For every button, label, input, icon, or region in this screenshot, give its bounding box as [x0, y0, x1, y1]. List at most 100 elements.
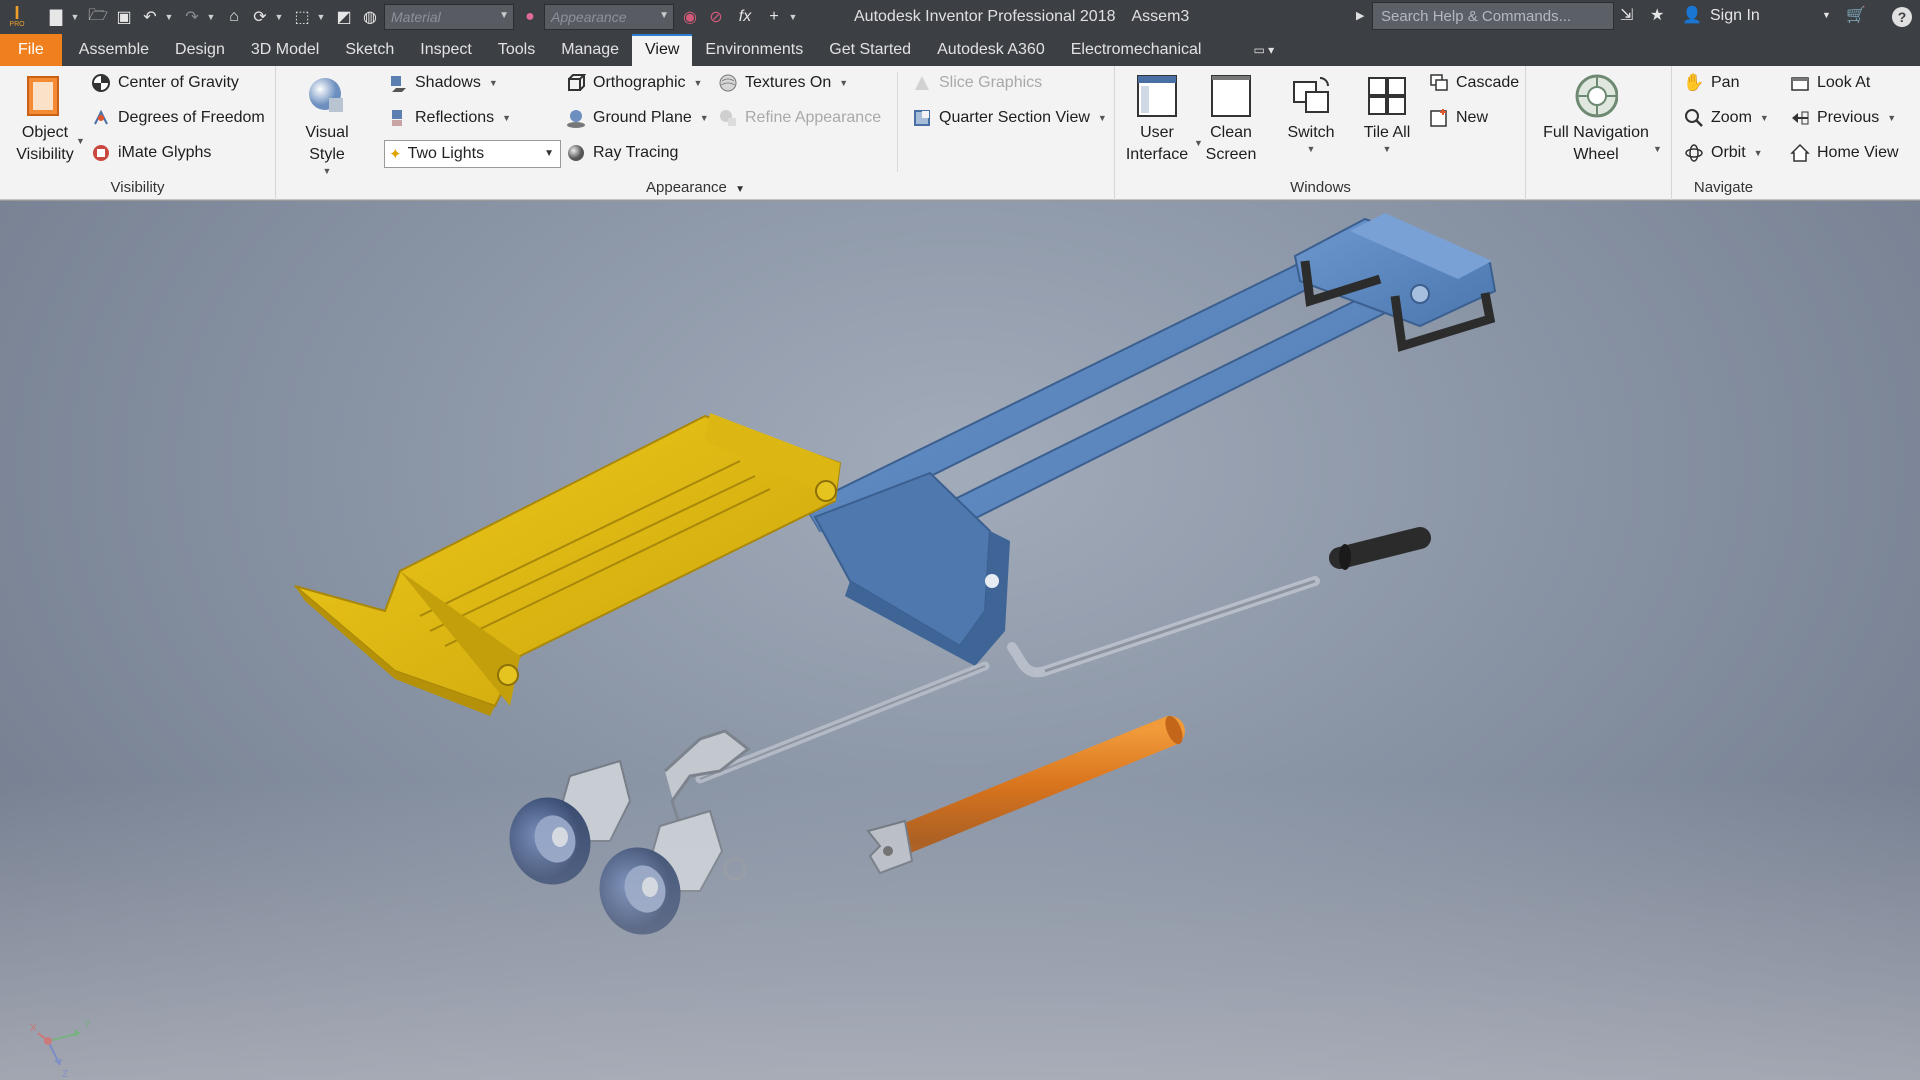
- black-handle-grip-part[interactable]: [1329, 527, 1431, 570]
- ground-plane-button[interactable]: Ground Plane ▼: [565, 105, 709, 131]
- full-navigation-wheel-button[interactable]: Full Navigation Wheel: [1531, 72, 1661, 166]
- quarter-section-view-button[interactable]: Quarter Section View ▼: [911, 105, 1107, 131]
- visual-style-button[interactable]: Visual Style ▼: [287, 72, 367, 176]
- measure-icon[interactable]: +: [762, 5, 786, 29]
- tab-autodesk-a360[interactable]: Autodesk A360: [924, 34, 1058, 66]
- panel-title-appearance[interactable]: Appearance ▼: [277, 179, 1114, 196]
- tab-assemble[interactable]: Assemble: [66, 34, 162, 66]
- undo-icon[interactable]: ↶: [138, 5, 162, 29]
- ground-plane-dropdown-icon[interactable]: ▼: [700, 113, 709, 123]
- shadows-button[interactable]: Shadows ▼: [387, 70, 498, 96]
- blue-frame-part[interactable]: [803, 213, 1497, 666]
- tile-all-dropdown-icon[interactable]: ▼: [1383, 144, 1392, 154]
- look-at-icon: [1789, 72, 1811, 94]
- textures-dropdown-icon[interactable]: ▼: [839, 78, 848, 88]
- sign-in-link[interactable]: Sign In: [1710, 7, 1760, 25]
- panel-toggle-icon[interactable]: ▭ ▾: [1240, 34, 1287, 66]
- search-expand-icon[interactable]: ▶: [1356, 9, 1364, 22]
- update-dropdown-icon[interactable]: ▼: [274, 5, 284, 29]
- undo-dropdown-icon[interactable]: ▼: [164, 5, 174, 29]
- redo-dropdown-icon[interactable]: ▼: [206, 5, 216, 29]
- customize-dropdown-icon[interactable]: ▼: [788, 5, 798, 29]
- look-at-button[interactable]: Look At: [1789, 70, 1870, 96]
- zoom-button[interactable]: Zoom ▼: [1683, 105, 1769, 131]
- tile-all-button[interactable]: Tile All ▼: [1352, 72, 1422, 154]
- new-dropdown-icon[interactable]: ▼: [70, 5, 80, 29]
- lighting-style-select[interactable]: ✦ Two Lights ▼: [384, 140, 561, 168]
- tab-get-started[interactable]: Get Started: [816, 34, 924, 66]
- select-icon[interactable]: ⬚: [290, 5, 314, 29]
- ray-tracing-button[interactable]: Ray Tracing: [565, 140, 678, 166]
- adjust-appearance-icon[interactable]: ◉: [678, 5, 702, 29]
- orbit-dropdown-icon[interactable]: ▼: [1754, 148, 1763, 158]
- pan-button[interactable]: ✋ Pan: [1683, 70, 1739, 96]
- navigation-wheel-dropdown-icon[interactable]: ▼: [1653, 144, 1662, 154]
- app-logo[interactable]: I PRO: [2, 0, 32, 34]
- degrees-of-freedom-button[interactable]: Degrees of Freedom: [90, 105, 265, 131]
- color-override-icon[interactable]: ◩: [332, 5, 356, 29]
- tab-3d-model[interactable]: 3D Model: [238, 34, 332, 66]
- home-view-button[interactable]: Home View: [1789, 140, 1899, 166]
- search-input[interactable]: Search Help & Commands...: [1372, 2, 1614, 30]
- yellow-tray-part[interactable]: [294, 413, 842, 716]
- globe-icon[interactable]: ◍: [358, 5, 382, 29]
- select-dropdown-icon[interactable]: ▼: [316, 5, 326, 29]
- orthographic-button[interactable]: Orthographic ▼: [565, 70, 702, 96]
- cascade-button[interactable]: Cascade: [1428, 70, 1519, 96]
- communication-center-icon[interactable]: ⇲: [1620, 5, 1633, 25]
- tab-tools[interactable]: Tools: [485, 34, 548, 66]
- clean-screen-button[interactable]: Clean Screen: [1196, 72, 1266, 166]
- imate-glyphs-button[interactable]: iMate Glyphs: [90, 140, 211, 166]
- object-visibility-dropdown-icon[interactable]: ▼: [76, 136, 85, 146]
- home-icon[interactable]: ⌂: [222, 5, 246, 29]
- open-folder-icon[interactable]: 🗁: [86, 5, 110, 29]
- user-icon[interactable]: 👤: [1682, 5, 1702, 25]
- previous-view-button[interactable]: Previous ▼: [1789, 105, 1896, 131]
- tab-electromechanical[interactable]: Electromechanical: [1058, 34, 1215, 66]
- shadows-dropdown-icon[interactable]: ▼: [489, 78, 498, 88]
- panel-navigate: Full Navigation Wheel ▼ ✋ Pan Zoom ▼ Orb…: [1527, 66, 1920, 200]
- center-of-gravity-button[interactable]: Center of Gravity: [90, 70, 239, 96]
- switch-dropdown-icon[interactable]: ▼: [1307, 144, 1316, 154]
- clear-appearance-icon[interactable]: ⊘: [704, 5, 728, 29]
- appearance-combo[interactable]: Appearance ▼: [544, 4, 674, 30]
- visual-style-dropdown-icon[interactable]: ▼: [323, 166, 332, 176]
- reflections-dropdown-icon[interactable]: ▼: [502, 113, 511, 123]
- tab-view[interactable]: View: [632, 34, 693, 66]
- reflections-button[interactable]: Reflections ▼: [387, 105, 511, 131]
- sign-in-dropdown-icon[interactable]: ▼: [1822, 10, 1831, 20]
- cart-icon[interactable]: 🛒: [1846, 5, 1866, 25]
- tab-design[interactable]: Design: [162, 34, 238, 66]
- orthographic-dropdown-icon[interactable]: ▼: [694, 78, 703, 88]
- tab-sketch[interactable]: Sketch: [332, 34, 407, 66]
- switch-button[interactable]: Switch ▼: [1276, 72, 1346, 154]
- tab-manage[interactable]: Manage: [548, 34, 632, 66]
- straight-rod-part[interactable]: [695, 661, 990, 784]
- new-window-button[interactable]: New: [1428, 105, 1488, 131]
- favorites-star-icon[interactable]: ★: [1650, 5, 1664, 25]
- graphics-viewport[interactable]: X Y Z: [0, 201, 1920, 1080]
- orbit-button[interactable]: Orbit ▼: [1683, 140, 1763, 166]
- slice-graphics-button[interactable]: Slice Graphics: [911, 70, 1042, 96]
- object-visibility-button[interactable]: Object Visibility: [10, 72, 80, 166]
- parameters-fx-icon[interactable]: fx: [730, 5, 760, 29]
- redo-icon[interactable]: ↷: [180, 5, 204, 29]
- exploded-assembly-model[interactable]: [0, 201, 1920, 1080]
- bent-axle-rod-part[interactable]: [1007, 576, 1320, 678]
- zoom-dropdown-icon[interactable]: ▼: [1760, 113, 1769, 123]
- orange-roller-part[interactable]: [866, 713, 1186, 875]
- update-icon[interactable]: ⟳: [248, 5, 272, 29]
- new-file-icon[interactable]: ▇: [44, 5, 68, 29]
- refine-appearance-button[interactable]: Refine Appearance: [717, 105, 881, 131]
- tab-environments[interactable]: Environments: [692, 34, 816, 66]
- appearance-sphere-icon[interactable]: ●: [518, 5, 542, 29]
- help-icon[interactable]: ?: [1892, 7, 1912, 27]
- user-interface-button[interactable]: User Interface: [1122, 72, 1192, 166]
- tab-file[interactable]: File: [0, 34, 62, 66]
- quarter-section-dropdown-icon[interactable]: ▼: [1098, 113, 1107, 123]
- previous-view-dropdown-icon[interactable]: ▼: [1887, 113, 1896, 123]
- save-icon[interactable]: ▣: [112, 5, 136, 29]
- material-combo[interactable]: Material ▼: [384, 4, 514, 30]
- textures-on-button[interactable]: Textures On ▼: [717, 70, 848, 96]
- tab-inspect[interactable]: Inspect: [407, 34, 485, 66]
